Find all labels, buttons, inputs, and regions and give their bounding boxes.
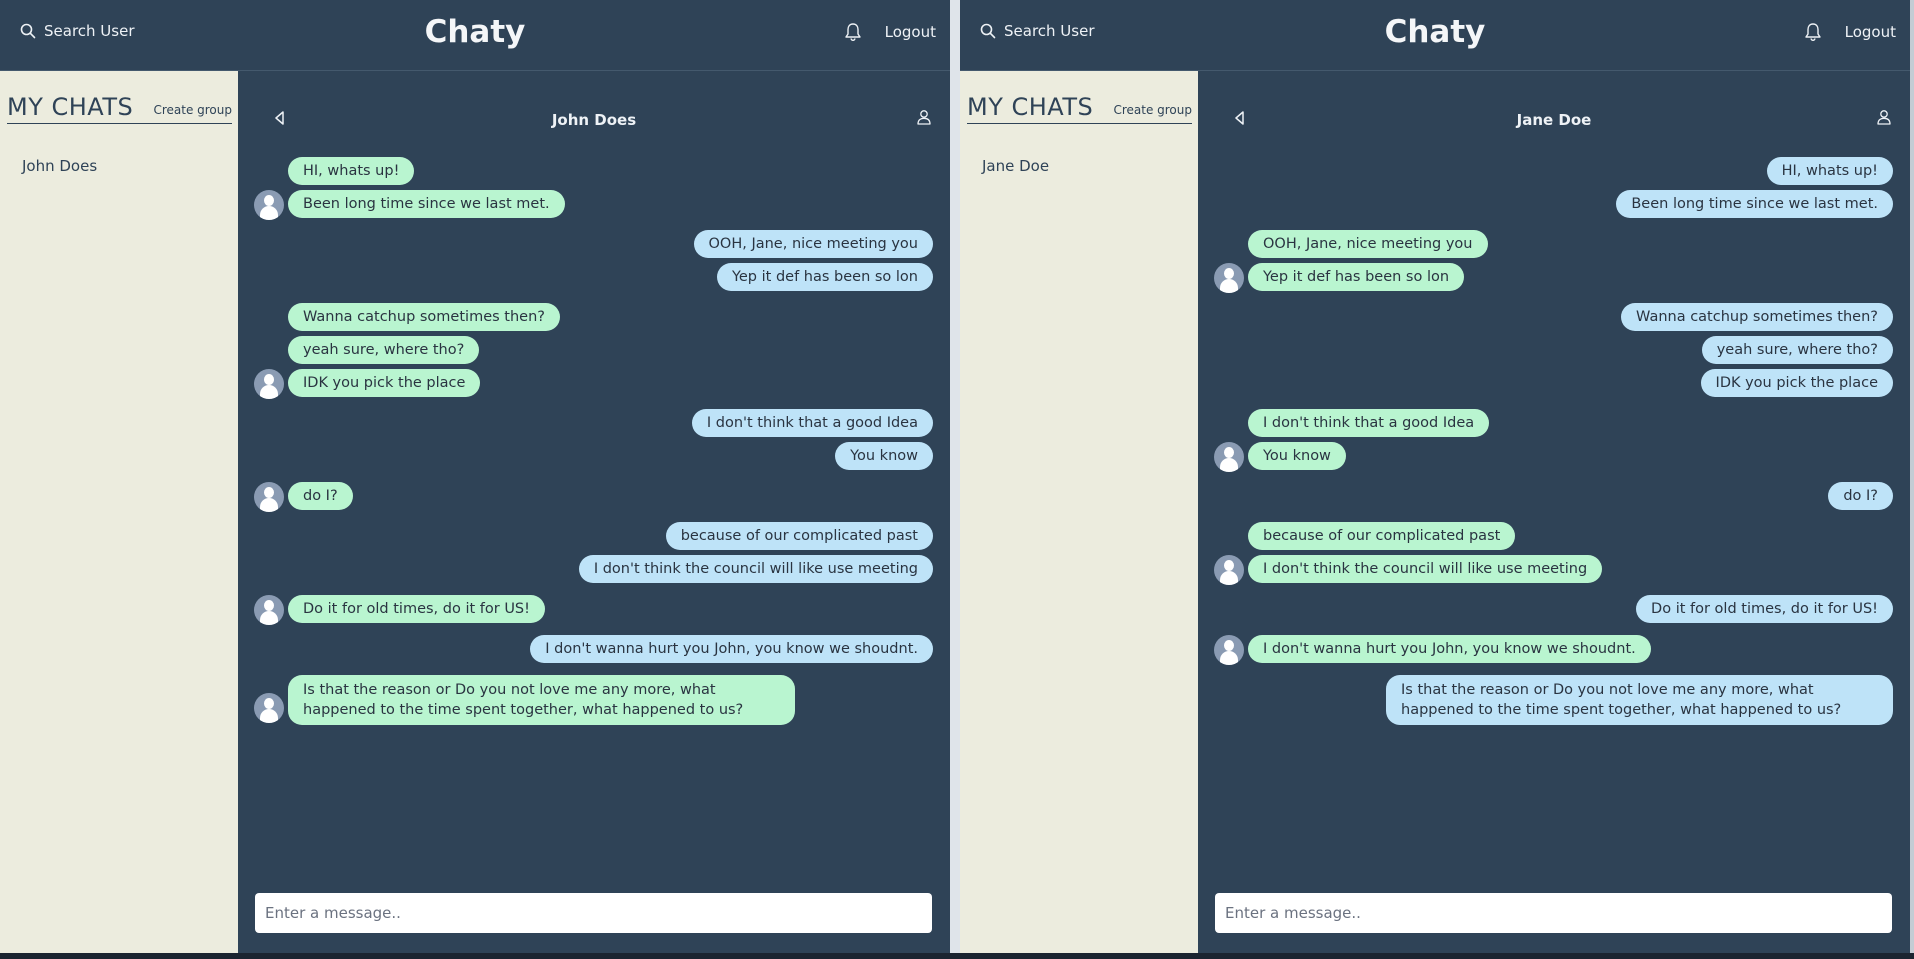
- message-bubble-received: Do it for old times, do it for US!: [288, 595, 545, 623]
- app-title: Chaty: [1384, 14, 1486, 50]
- message-bubble-received: Yep it def has been so lon: [1248, 263, 1465, 291]
- user-avatar: [1214, 263, 1244, 293]
- create-group-button[interactable]: Create group: [1113, 103, 1192, 117]
- bell-icon[interactable]: [844, 22, 862, 42]
- message-bubble-received: You know: [1248, 442, 1346, 470]
- window-divider: [950, 0, 960, 959]
- bell-icon[interactable]: [1804, 22, 1822, 42]
- message-bubble-sent: Is that the reason or Do you not love me…: [1386, 675, 1893, 725]
- my-chats-header: MY CHATS Create group: [7, 93, 232, 124]
- chat-panel: John Does HI, whats up! Been long time s…: [238, 71, 950, 953]
- message-bubble-sent: Yep it def has been so lon: [716, 263, 933, 291]
- user-avatar: [1214, 442, 1244, 472]
- my-chats-header: MY CHATS Create group: [967, 93, 1192, 124]
- app-title: Chaty: [424, 14, 526, 50]
- user-avatar: [1214, 555, 1244, 585]
- message-list: HI, whats up! Been long time since we la…: [1198, 71, 1910, 871]
- top-bar: Search User Chaty Logout: [960, 0, 1910, 71]
- message-bubble-sent: Do it for old times, do it for US!: [1636, 595, 1893, 623]
- search-icon: [20, 23, 36, 39]
- message-bubble-sent: HI, whats up!: [1766, 157, 1893, 185]
- message-bubble-sent: I don't think that a good Idea: [691, 409, 933, 437]
- message-bubble-received: Wanna catchup sometimes then?: [288, 303, 560, 331]
- message-bubble-received: HI, whats up!: [288, 157, 415, 185]
- create-group-button[interactable]: Create group: [153, 103, 232, 117]
- chat-window-right: Search User Chaty Logout MY CHATS Create…: [960, 0, 1910, 953]
- message-list: HI, whats up! Been long time since we la…: [238, 71, 950, 871]
- logout-button[interactable]: Logout: [1845, 23, 1896, 41]
- message-input[interactable]: [255, 893, 932, 933]
- message-bubble-sent: do I?: [1828, 482, 1893, 510]
- logout-button[interactable]: Logout: [885, 23, 936, 41]
- message-bubble-received: I don't wanna hurt you John, you know we…: [1248, 635, 1651, 663]
- window-bottom-edge: [0, 953, 1914, 959]
- chats-sidebar: MY CHATS Create group John Does: [0, 71, 238, 953]
- my-chats-title: MY CHATS: [967, 93, 1094, 121]
- message-bubble-received: do I?: [288, 482, 353, 510]
- message-bubble-sent: OOH, Jane, nice meeting you: [693, 230, 933, 258]
- search-icon: [980, 23, 996, 39]
- message-bubble-received: yeah sure, where tho?: [288, 336, 480, 364]
- search-user-button[interactable]: Search User: [20, 22, 135, 40]
- my-chats-title: MY CHATS: [7, 93, 134, 121]
- message-bubble-sent: You know: [835, 442, 933, 470]
- message-bubble-received: I don't think that a good Idea: [1248, 409, 1490, 437]
- search-user-button[interactable]: Search User: [980, 22, 1095, 40]
- message-bubble-received: Been long time since we last met.: [288, 190, 565, 218]
- top-bar: Search User Chaty Logout: [0, 0, 950, 71]
- chat-list-item[interactable]: John Does: [22, 157, 97, 175]
- chats-sidebar: MY CHATS Create group Jane Doe: [960, 71, 1198, 953]
- message-bubble-sent: IDK you pick the place: [1700, 369, 1893, 397]
- message-input[interactable]: [1215, 893, 1892, 933]
- message-bubble-sent: I don't wanna hurt you John, you know we…: [530, 635, 933, 663]
- user-avatar: [254, 482, 284, 512]
- message-bubble-received: OOH, Jane, nice meeting you: [1248, 230, 1488, 258]
- user-avatar: [254, 693, 284, 723]
- message-bubble-received: Is that the reason or Do you not love me…: [288, 675, 795, 725]
- chat-panel: Jane Doe HI, whats up! Been long time si…: [1198, 71, 1910, 953]
- user-avatar: [254, 190, 284, 220]
- user-avatar: [254, 369, 284, 399]
- message-bubble-sent: yeah sure, where tho?: [1701, 336, 1893, 364]
- message-bubble-sent: Wanna catchup sometimes then?: [1621, 303, 1893, 331]
- user-avatar: [254, 595, 284, 625]
- search-user-label: Search User: [1004, 22, 1095, 40]
- message-bubble-sent: I don't think the council will like use …: [578, 555, 933, 583]
- chat-window-left: Search User Chaty Logout MY CHATS Create…: [0, 0, 950, 953]
- message-bubble-received: I don't think the council will like use …: [1248, 555, 1603, 583]
- user-avatar: [1214, 635, 1244, 665]
- message-bubble-received: because of our complicated past: [1248, 522, 1516, 550]
- message-bubble-sent: Been long time since we last met.: [1616, 190, 1893, 218]
- message-bubble-received: IDK you pick the place: [288, 369, 481, 397]
- chat-list-item[interactable]: Jane Doe: [982, 157, 1049, 175]
- search-user-label: Search User: [44, 22, 135, 40]
- message-bubble-sent: because of our complicated past: [665, 522, 933, 550]
